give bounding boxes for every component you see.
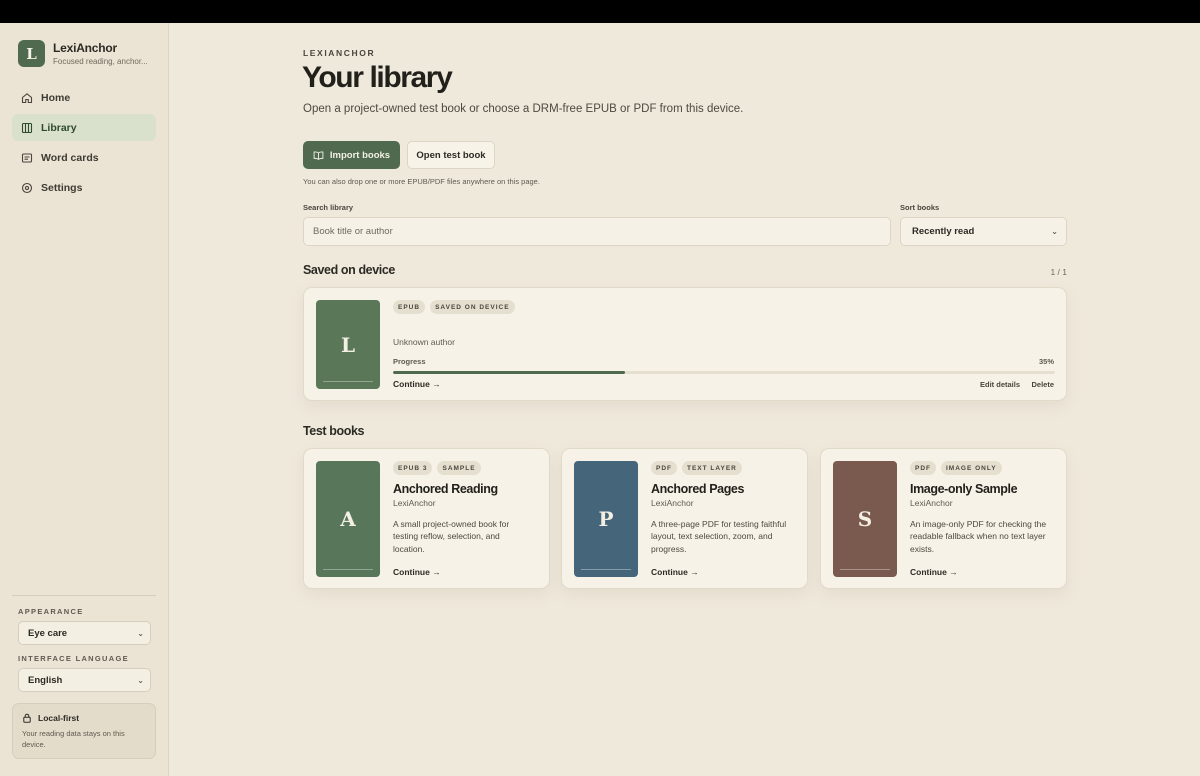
sidebar-item-home[interactable]: Home	[12, 84, 156, 111]
app-tagline: Focused reading, anchor...	[53, 57, 148, 66]
test-book-card-anchored-pages[interactable]: P PDF TEXT LAYER Anchored Pages LexiAnch…	[561, 448, 808, 589]
local-first-text: Your reading data stays on this device.	[22, 729, 125, 750]
book-author: LexiAnchor	[910, 498, 953, 508]
book-cover[interactable]: P	[574, 461, 638, 577]
page-title: Your library	[302, 61, 453, 94]
book-title: Image-only Sample	[910, 482, 1018, 496]
test-books-section-title: Test books	[303, 424, 365, 438]
app-logo: L	[18, 40, 45, 67]
language-select[interactable]: English ⌄	[18, 668, 151, 692]
page-subtitle: Open a project-owned test book or choose…	[303, 103, 744, 115]
sidebar: L LexiAnchor Focused reading, anchor... …	[0, 23, 169, 776]
book-description: A three-page PDF for testing faithful la…	[651, 519, 787, 554]
continue-button[interactable]: Continue →	[651, 567, 699, 577]
page-eyebrow: LEXIANCHOR	[303, 48, 376, 58]
pagination-indicator: 1 / 1	[1050, 267, 1067, 277]
open-test-book-button[interactable]: Open test book	[407, 141, 495, 169]
sidebar-item-word-cards[interactable]: Word cards	[12, 144, 156, 171]
book-author: Unknown author	[393, 337, 455, 347]
book-author: LexiAnchor	[651, 498, 694, 508]
type-badge: SAMPLE	[437, 461, 481, 475]
test-book-card-image-only-sample[interactable]: S PDF IMAGE ONLY Image-only Sample LexiA…	[820, 448, 1067, 589]
import-books-label: Import books	[329, 149, 391, 161]
appearance-label: APPEARANCE	[18, 607, 84, 616]
progress-bar	[393, 371, 1055, 374]
sidebar-divider	[12, 595, 156, 596]
saved-book-card[interactable]: L EPUB SAVED ON DEVICE Unknown author Pr…	[303, 287, 1067, 401]
sidebar-item-label: Home	[41, 91, 71, 104]
language-value: English	[28, 674, 63, 686]
sort-value: Recently read	[912, 226, 975, 237]
local-first-notice: Local-first Your reading data stays on t…	[12, 703, 156, 759]
app-name: LexiAnchor	[53, 41, 118, 55]
chevron-down-icon: ⌄	[1051, 227, 1058, 236]
book-open-icon	[313, 151, 324, 160]
edit-details-button[interactable]: Edit details	[980, 380, 1020, 389]
type-badge: IMAGE ONLY	[941, 461, 1002, 475]
sidebar-item-label: Word cards	[41, 151, 99, 164]
cards-icon	[21, 152, 33, 164]
book-description: An image-only PDF for checking the reada…	[910, 519, 1047, 554]
format-badge: PDF	[651, 461, 677, 475]
import-books-button[interactable]: Import books	[303, 141, 400, 169]
appearance-select[interactable]: Eye care ⌄	[18, 621, 151, 645]
book-cover[interactable]: L	[316, 300, 380, 389]
book-cover[interactable]: S	[833, 461, 897, 577]
drop-hint: You can also drop one or more EPUB/PDF f…	[303, 177, 540, 186]
home-icon	[21, 92, 33, 104]
type-badge: TEXT LAYER	[682, 461, 742, 475]
chevron-down-icon: ⌄	[137, 676, 144, 685]
book-title: Anchored Pages	[651, 482, 745, 496]
progress-bar-fill	[393, 371, 625, 374]
progress-percent: 35%	[1038, 357, 1054, 366]
book-title: Anchored Reading	[393, 482, 498, 496]
book-description: A small project-owned book for testing r…	[393, 519, 510, 554]
continue-button[interactable]: Continue →	[393, 379, 441, 389]
appearance-value: Eye care	[28, 627, 68, 639]
continue-button[interactable]: Continue →	[393, 567, 441, 577]
chevron-down-icon: ⌄	[137, 629, 144, 638]
test-book-card-anchored-reading[interactable]: A EPUB 3 SAMPLE Anchored Reading LexiAnc…	[303, 448, 550, 589]
saved-section-title: Saved on device	[303, 263, 395, 277]
sidebar-item-settings[interactable]: Settings	[12, 174, 156, 201]
status-badge: SAVED ON DEVICE	[430, 300, 515, 314]
window-top-bar	[0, 0, 1200, 23]
sort-select[interactable]: Recently read ⌄	[900, 217, 1067, 246]
main-nav: Home Library Word cards Settings	[12, 84, 156, 204]
language-label: INTERFACE LANGUAGE	[18, 654, 129, 663]
sidebar-item-label: Settings	[41, 181, 83, 194]
search-input[interactable]	[303, 217, 891, 246]
book-cover[interactable]: A	[316, 461, 380, 577]
delete-button[interactable]: Delete	[1031, 380, 1054, 389]
progress-label: Progress	[393, 357, 426, 366]
sidebar-item-label: Library	[41, 121, 77, 134]
sort-label: Sort books	[900, 203, 940, 212]
lock-icon	[23, 713, 31, 723]
sidebar-item-library[interactable]: Library	[12, 114, 156, 141]
continue-button[interactable]: Continue →	[910, 567, 958, 577]
gear-icon	[21, 182, 33, 194]
book-author: LexiAnchor	[393, 498, 436, 508]
library-icon	[21, 122, 33, 134]
format-badge: EPUB	[393, 300, 426, 314]
brand[interactable]: L LexiAnchor Focused reading, anchor...	[18, 40, 148, 67]
format-badge: EPUB 3	[393, 461, 433, 475]
local-first-title: Local-first	[38, 713, 80, 723]
search-label: Search library	[303, 203, 354, 212]
format-badge: PDF	[910, 461, 936, 475]
